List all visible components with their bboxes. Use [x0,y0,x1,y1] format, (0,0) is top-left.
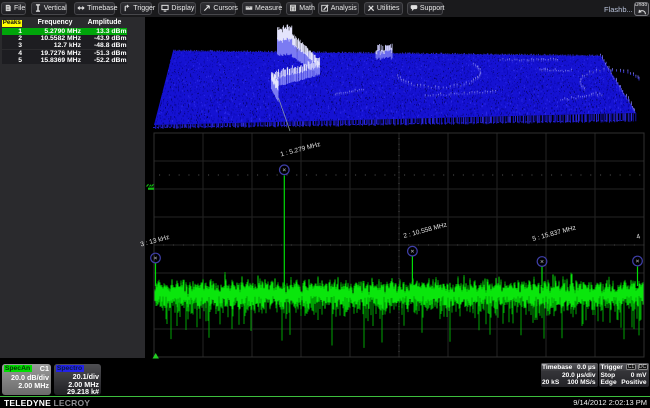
svg-text:5 : 15.837 MHz: 5 : 15.837 MHz [532,225,577,243]
svg-text:1 : 5.279 MHz: 1 : 5.279 MHz [280,141,321,158]
svg-text:3 : 13 kHz: 3 : 13 kHz [140,234,170,248]
svg-text:2 : 10.558 MHz: 2 : 10.558 MHz [403,222,448,240]
svg-text:4: 4 [636,233,642,241]
